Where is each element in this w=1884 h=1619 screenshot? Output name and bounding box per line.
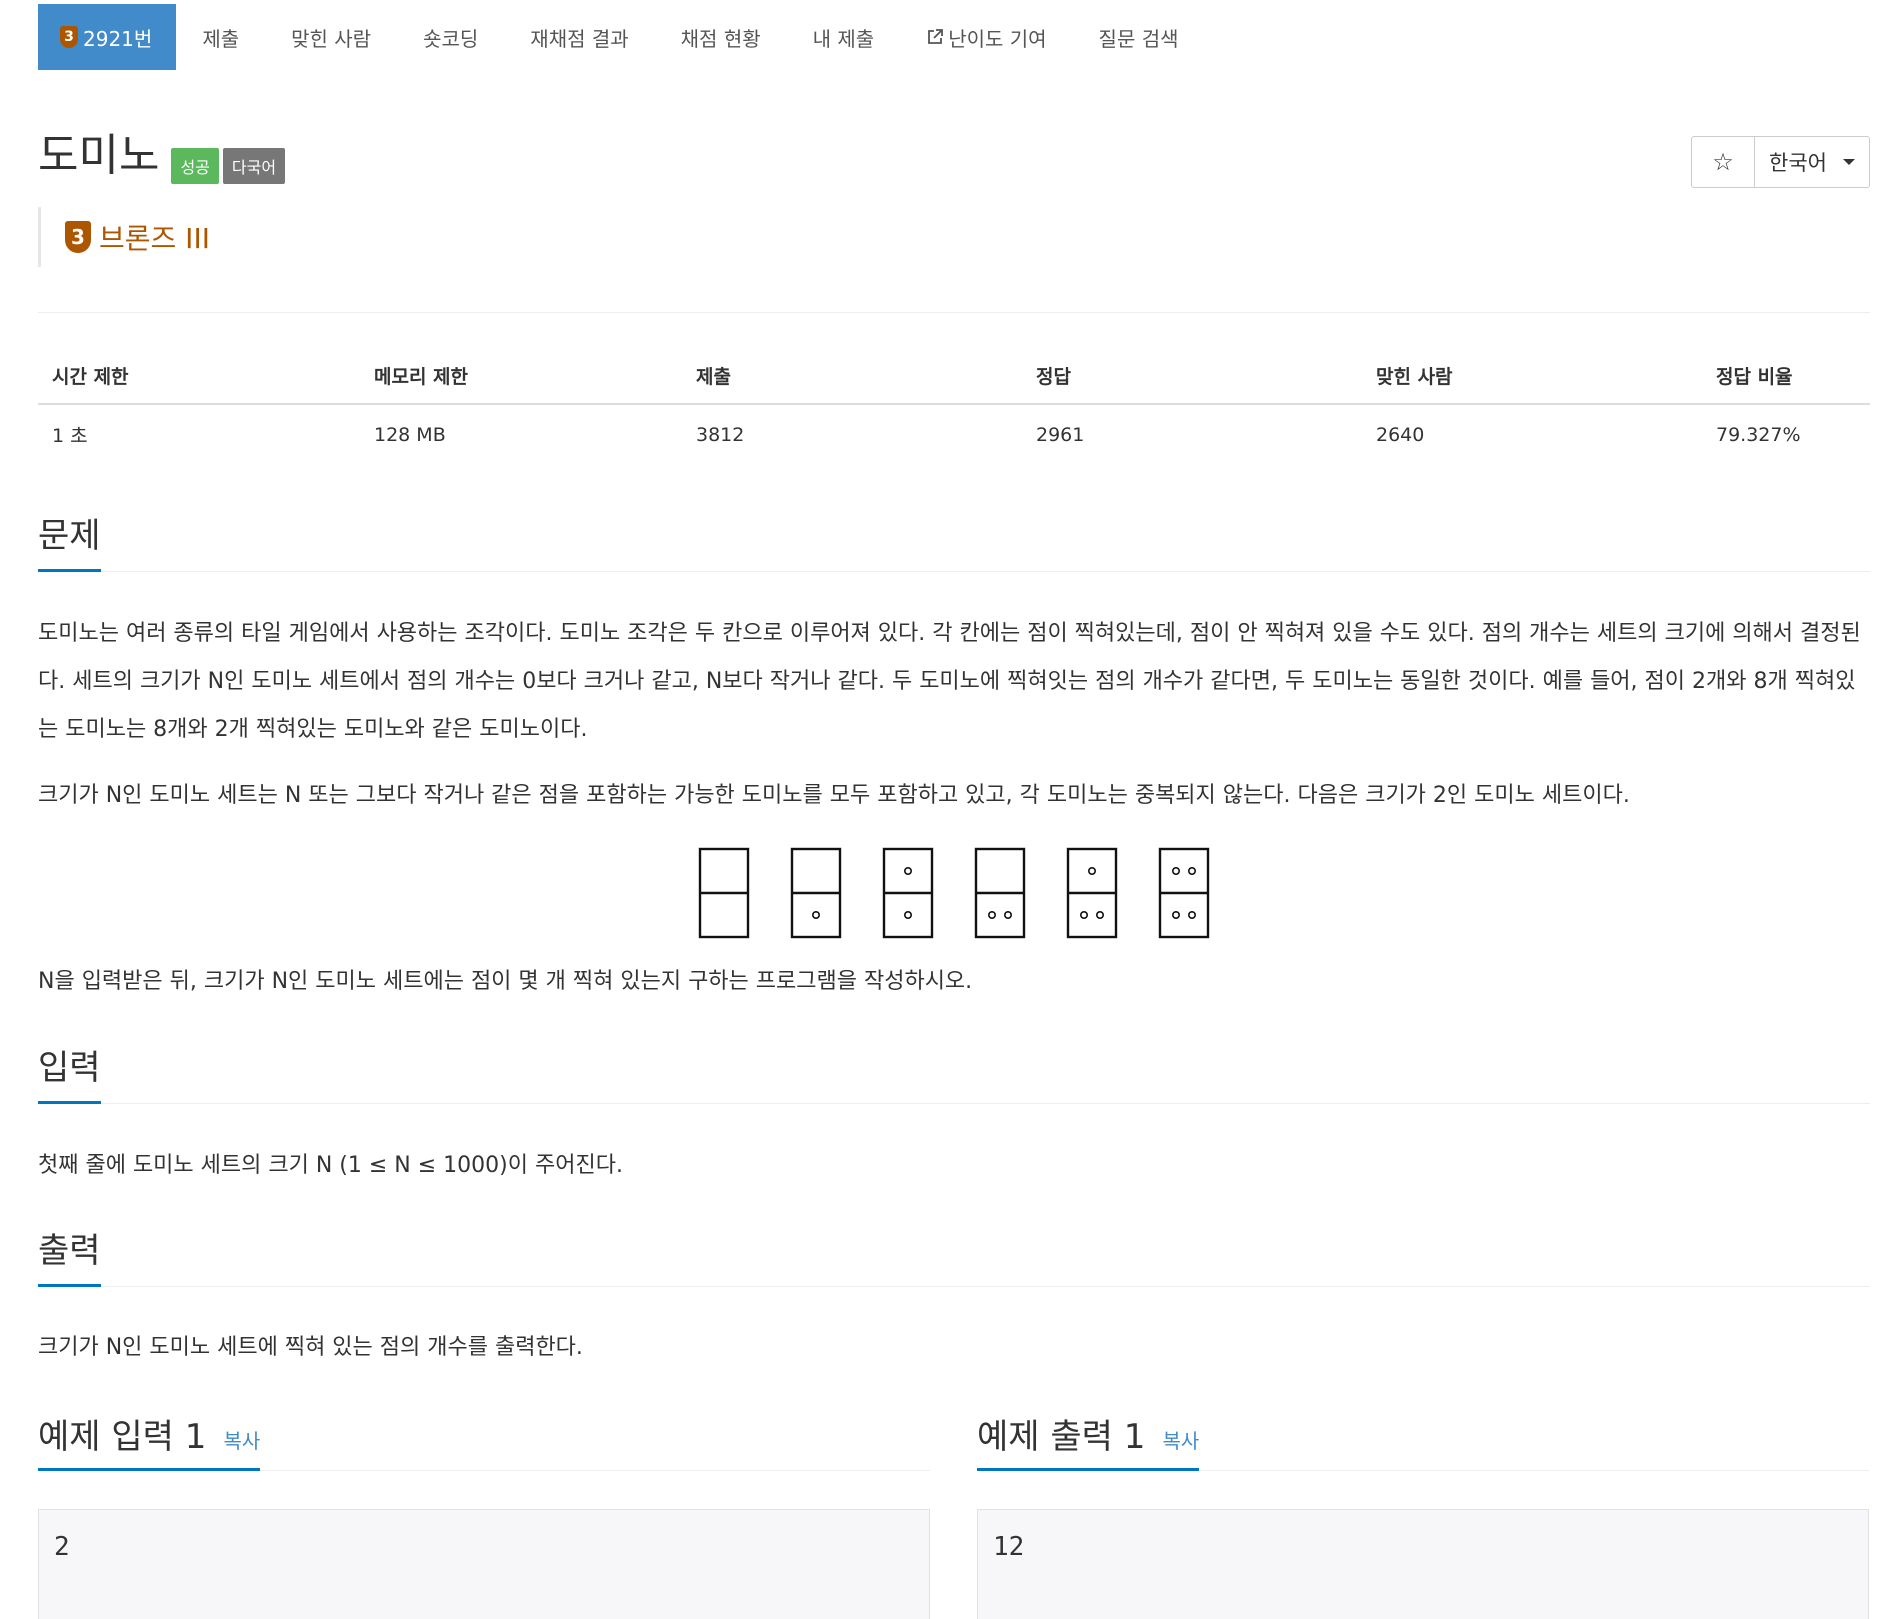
domino-set-figure <box>698 847 1210 939</box>
external-link-icon <box>926 28 944 46</box>
problem-tier: 3 브론즈 III <box>38 207 210 267</box>
problem-actions: ☆ 한국어 <box>1691 136 1870 188</box>
tier-label[interactable]: 브론즈 III <box>99 217 210 257</box>
bronze-tier-icon: 3 <box>65 221 91 253</box>
tab-solved-users-label: 맞힌 사람 <box>291 26 372 51</box>
stats-header-accept-ratio: 정답 비율 <box>1702 350 1870 405</box>
multilang-label: 다국어 <box>222 148 286 184</box>
output-description: 크기가 N인 도미노 세트에 찍혀 있는 점의 개수를 출력한다. <box>38 1335 583 1360</box>
bronze-tier-icon: 3 <box>60 26 78 48</box>
stats-header-accepted: 정답 <box>1022 350 1362 405</box>
star-button[interactable]: ☆ <box>1692 137 1756 187</box>
sample-output-header: 예제 출력 1 복사 <box>977 1408 1869 1471</box>
stats-header-time-limit: 시간 제한 <box>38 350 360 405</box>
caret-down-icon <box>1843 159 1855 165</box>
tab-difficulty-contribution-label: 난이도 기여 <box>948 26 1047 51</box>
sample-output-copy-link[interactable]: 복사 <box>1162 1429 1199 1453</box>
tab-submit-label: 제출 <box>202 26 240 51</box>
header-divider <box>38 312 1870 313</box>
tab-difficulty-contribution[interactable]: 난이도 기여 <box>900 4 1072 70</box>
sample-input-copy-link[interactable]: 복사 <box>223 1429 260 1453</box>
stats-header-submissions: 제출 <box>682 350 1022 405</box>
tab-question-search[interactable]: 질문 검색 <box>1073 4 1205 70</box>
stats-value-row: 1 초 128 MB 3812 2961 2640 79.327% <box>38 404 1870 464</box>
sample-input-title: 예제 입력 1 복사 <box>38 1409 261 1471</box>
problem-section-title: 문제 <box>38 516 101 572</box>
language-dropdown[interactable]: 한국어 <box>1755 137 1869 187</box>
domino-tile <box>974 847 1026 939</box>
sample-input-panel: 예제 입력 1 복사 2 <box>38 1408 930 1619</box>
tab-short-coding[interactable]: 숏코딩 <box>397 4 504 70</box>
tab-problem-label: 2921번 <box>83 26 153 51</box>
stats-memory-limit: 128 MB <box>374 423 446 446</box>
sample-input-data[interactable]: 2 <box>38 1509 930 1619</box>
problem-description-paragraph-1: 도미노는 여러 종류의 타일 게임에서 사용하는 조각이다. 도미노 조각은 두… <box>38 621 1861 742</box>
stats-header-row: 시간 제한 메모리 제한 제출 정답 맞힌 사람 정답 비율 <box>38 350 1870 405</box>
stats-solved-users: 2640 <box>1376 423 1425 446</box>
domino-tile <box>1158 847 1210 939</box>
stats-header-memory-limit: 메모리 제한 <box>360 350 682 405</box>
tab-submit[interactable]: 제출 <box>176 4 265 70</box>
problem-section-header: 문제 <box>38 505 1870 572</box>
stats-accepted: 2961 <box>1036 423 1085 446</box>
success-label: 성공 <box>171 148 219 184</box>
problem-title-row: 도미노 성공 다국어 <box>38 130 286 184</box>
sample-input-heading: 예제 입력 1 <box>38 1417 207 1457</box>
problem-title: 도미노 <box>38 130 160 181</box>
problem-tab-bar: 3 2921번 제출 맞힌 사람 숏코딩 재채점 결과 채점 현황 내 제출 난… <box>38 4 1205 70</box>
domino-tile <box>790 847 842 939</box>
domino-tile <box>882 847 934 939</box>
output-section-header: 출력 <box>38 1220 1870 1287</box>
problem-description-paragraph-3: N을 입력받은 뒤, 크기가 N인 도미노 세트에는 점이 몇 개 찍혀 있는지… <box>38 969 973 994</box>
stats-accept-ratio: 79.327% <box>1716 423 1801 446</box>
input-section-title: 입력 <box>38 1048 101 1104</box>
tab-problem[interactable]: 3 2921번 <box>38 4 177 70</box>
tab-judge-status-label: 채점 현황 <box>680 26 761 51</box>
output-section-title: 출력 <box>38 1231 101 1287</box>
tab-rejudge-results[interactable]: 재채점 결과 <box>504 4 654 70</box>
problem-description-paragraph-2: 크기가 N인 도미노 세트는 N 또는 그보다 작거나 같은 점을 포함하는 가… <box>38 783 1630 808</box>
domino-tile <box>698 847 750 939</box>
tab-my-submissions-label: 내 제출 <box>812 26 875 51</box>
sample-output-heading: 예제 출력 1 <box>977 1417 1146 1457</box>
stats-time-limit: 1 초 <box>52 425 88 447</box>
input-section-header: 입력 <box>38 1037 1870 1104</box>
tab-judge-status[interactable]: 채점 현황 <box>655 4 787 70</box>
domino-tile <box>1066 847 1118 939</box>
sample-output-title: 예제 출력 1 복사 <box>977 1409 1200 1471</box>
sample-output-data[interactable]: 12 <box>977 1509 1869 1619</box>
tab-rejudge-results-label: 재채점 결과 <box>530 26 629 51</box>
stats-header-solved-users: 맞힌 사람 <box>1362 350 1702 405</box>
input-description: 첫째 줄에 도미노 세트의 크기 N (1 ≤ N ≤ 1000)이 주어진다. <box>38 1153 623 1178</box>
stats-submissions: 3812 <box>696 423 745 446</box>
tab-solved-users[interactable]: 맞힌 사람 <box>265 4 397 70</box>
star-icon: ☆ <box>1712 148 1734 176</box>
tab-short-coding-label: 숏코딩 <box>423 26 479 51</box>
tab-my-submissions[interactable]: 내 제출 <box>787 4 901 70</box>
tab-question-search-label: 질문 검색 <box>1098 26 1179 51</box>
sample-input-header: 예제 입력 1 복사 <box>38 1408 930 1471</box>
sample-output-panel: 예제 출력 1 복사 12 <box>977 1408 1869 1619</box>
problem-stats-table: 시간 제한 메모리 제한 제출 정답 맞힌 사람 정답 비율 1 초 128 M… <box>38 350 1870 464</box>
language-label: 한국어 <box>1769 151 1827 175</box>
